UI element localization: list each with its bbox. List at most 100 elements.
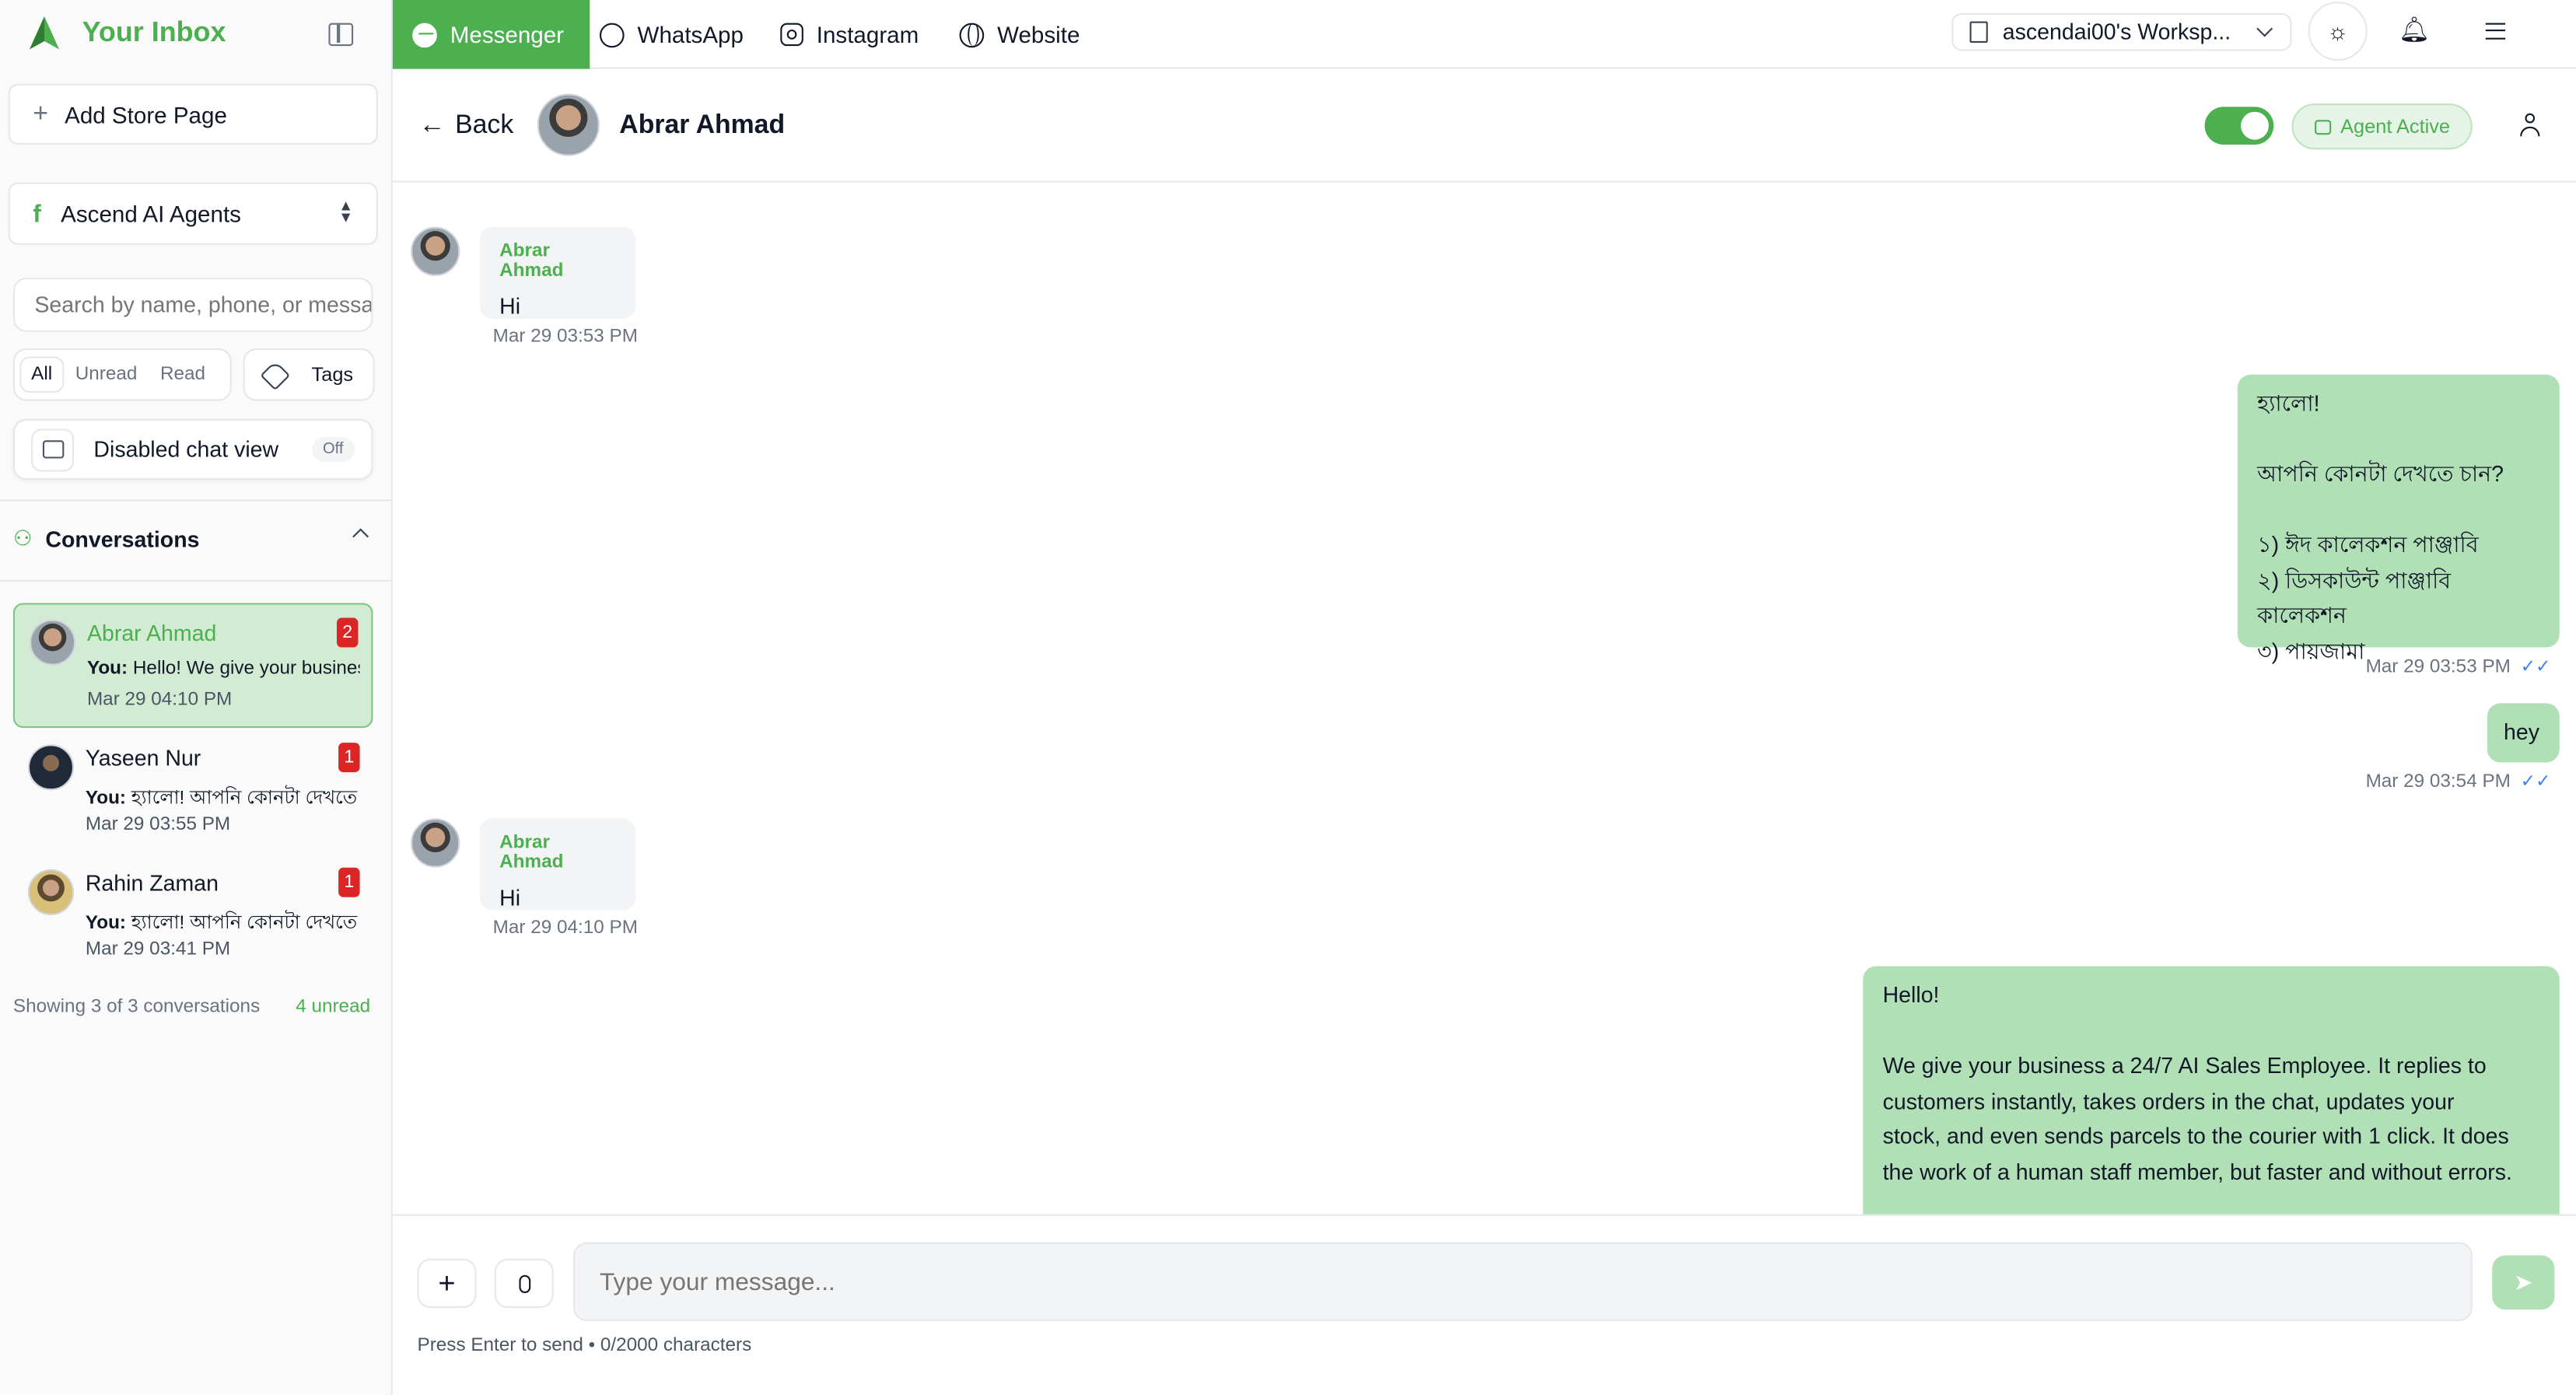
agent-status-badge: Agent Active: [2291, 103, 2473, 150]
conversation-time: Mar 29 04:10 PM: [86, 690, 233, 710]
sun-icon: ☼: [2327, 18, 2349, 45]
agent-status-label: Agent Active: [2340, 114, 2451, 138]
tab-instagram[interactable]: Instagram: [780, 0, 919, 69]
conversations-header[interactable]: ⚇ Conversations: [13, 526, 373, 552]
message-sender: Abrar Ahmad: [499, 241, 564, 281]
chevron-updown-icon: ▲ ▼: [338, 197, 354, 226]
menu-icon[interactable]: [2485, 23, 2506, 40]
unread-badge: 2: [337, 617, 359, 648]
page-selector[interactable]: f Ascend AI Agents ▲ ▼: [8, 182, 378, 245]
add-store-page-button[interactable]: + Add Store Page: [8, 83, 378, 145]
tab-label: Website: [997, 21, 1080, 48]
message-time: Mar 29 03:53 PM: [2365, 657, 2511, 677]
double-check-icon: ✓✓: [2520, 657, 2551, 677]
disabled-chat-view-toggle[interactable]: Disabled chat view Off: [12, 418, 373, 481]
message-composer: + ➤ Press Enter to send • 0/2000 charact…: [392, 1214, 2576, 1395]
chat-header: ← Back Abrar Ahmad Agent Active: [392, 68, 2576, 183]
disabled-chat-view-status: Off: [311, 437, 355, 462]
conversation-preview: You: হ্যালো! আপনি কোনটা দেখতে চান?: [85, 788, 359, 809]
attach-button[interactable]: +: [417, 1258, 477, 1309]
outgoing-message: হ্যালো! আপনি কোনটা দেখতে চান? ১) ঈদ কালে…: [2237, 374, 2560, 663]
tags-label: Tags: [311, 362, 354, 386]
workspace-selector[interactable]: ascendai00's Worksp...: [1951, 12, 2292, 51]
page-selector-label: Ascend AI Agents: [61, 200, 241, 227]
chevron-up-icon[interactable]: [352, 528, 369, 545]
tab-label: Messenger: [450, 21, 565, 48]
disabled-chat-view-label: Disabled chat view: [93, 437, 279, 462]
bell-icon[interactable]: 🔔︎: [2399, 15, 2430, 44]
avatar: [30, 619, 76, 666]
outgoing-message: hey: [2487, 703, 2560, 763]
plus-icon: +: [438, 1266, 456, 1299]
chevron-down-icon: [2256, 20, 2273, 37]
microphone-icon: [518, 1274, 530, 1292]
user-profile-icon[interactable]: [2520, 113, 2540, 137]
contact-avatar: [537, 93, 600, 156]
workspace-name: ascendai00's Worksp...: [2002, 19, 2231, 45]
conversation-name: Abrar Ahmad: [86, 621, 217, 646]
theme-toggle-button[interactable]: ☼: [2308, 2, 2368, 61]
conversation-time: Mar 29 03:55 PM: [85, 815, 231, 835]
users-icon: ⚇: [12, 526, 33, 551]
unread-count: 4 unread: [296, 997, 371, 1018]
conversation-item-abrar-ahmad[interactable]: Abrar Ahmad You: Hello! We give your bus…: [12, 603, 373, 729]
divider: [0, 499, 393, 502]
message-time-row: Mar 29 03:53 PM ✓✓: [2366, 656, 2551, 677]
tab-whatsapp[interactable]: WhatsApp: [599, 0, 744, 69]
message-sender: Abrar Ahmad: [499, 833, 564, 873]
message-input[interactable]: [573, 1242, 2473, 1321]
send-icon: ➤: [2513, 1268, 2533, 1295]
contact-name: Abrar Ahmad: [619, 111, 786, 140]
message-list[interactable]: Abrar Ahmad Hi Mar 29 03:53 PM হ্যালো! আ…: [392, 182, 2576, 1215]
conversation-search-input[interactable]: [12, 278, 373, 332]
avatar: [411, 226, 460, 277]
tag-icon: [260, 359, 291, 390]
message-time: Mar 29 03:53 PM: [492, 327, 638, 347]
avatar: [411, 818, 460, 868]
back-label: Back: [455, 111, 514, 140]
agent-toggle[interactable]: [2204, 107, 2274, 145]
plus-icon: +: [33, 99, 48, 128]
conversation-preview: You: হ্যালো! আপনি কোনটা দেখতে চান?: [85, 913, 359, 934]
message-text: Hi: [499, 294, 521, 319]
sidebar-collapse-icon[interactable]: [328, 23, 354, 47]
conversation-time: Mar 29 03:41 PM: [85, 939, 231, 960]
logo-icon: [30, 16, 60, 50]
tab-messenger[interactable]: Messenger: [392, 0, 590, 69]
whatsapp-icon: [599, 22, 625, 47]
conversation-preview: You: Hello! We give your business a 24/7…: [86, 659, 360, 679]
avatar: [27, 869, 75, 915]
instagram-icon: [780, 23, 803, 47]
tab-website[interactable]: Website: [959, 0, 1080, 69]
brand: Your Inbox: [30, 16, 226, 50]
tab-label: WhatsApp: [637, 21, 744, 48]
conversation-name: Yaseen Nur: [85, 746, 201, 771]
filter-unread[interactable]: Unread: [65, 358, 147, 391]
conversation-item-yaseen-nur[interactable]: Yaseen Nur You: হ্যালো! আপনি কোনটা দেখতে…: [13, 729, 373, 855]
back-button[interactable]: ← Back: [419, 112, 514, 142]
double-check-icon: ✓✓: [2520, 772, 2551, 792]
send-button[interactable]: ➤: [2492, 1255, 2555, 1310]
avatar: [27, 744, 75, 791]
message-time: Mar 29 04:10 PM: [492, 918, 638, 939]
bot-icon: [2314, 119, 2331, 135]
message-square-icon: [31, 428, 75, 471]
arrow-left-icon: ←: [418, 111, 446, 140]
messenger-icon: [412, 22, 437, 47]
tags-button[interactable]: Tags: [243, 348, 375, 401]
tab-label: Instagram: [816, 21, 919, 48]
app-title: Your Inbox: [82, 16, 226, 48]
composer-hint: Press Enter to send • 0/2000 characters: [417, 1335, 752, 1356]
filter-all[interactable]: All: [21, 358, 62, 391]
showing-count: Showing 3 of 3 conversations: [12, 997, 261, 1018]
globe-icon: [959, 22, 985, 47]
filter-read[interactable]: Read: [150, 358, 215, 391]
read-filter-group: All Unread Read: [12, 348, 232, 401]
conversation-name: Rahin Zaman: [85, 870, 219, 896]
outgoing-message: Hello! We give your business a 24/7 AI S…: [1863, 966, 2560, 1215]
voice-record-button[interactable]: [494, 1258, 554, 1309]
message-time-row: Mar 29 03:54 PM ✓✓: [2366, 771, 2551, 792]
divider: [0, 579, 393, 582]
conversation-item-rahin-zaman[interactable]: Rahin Zaman You: হ্যালো! আপনি কোনটা দেখত…: [13, 855, 373, 980]
building-icon: [1969, 21, 1988, 43]
